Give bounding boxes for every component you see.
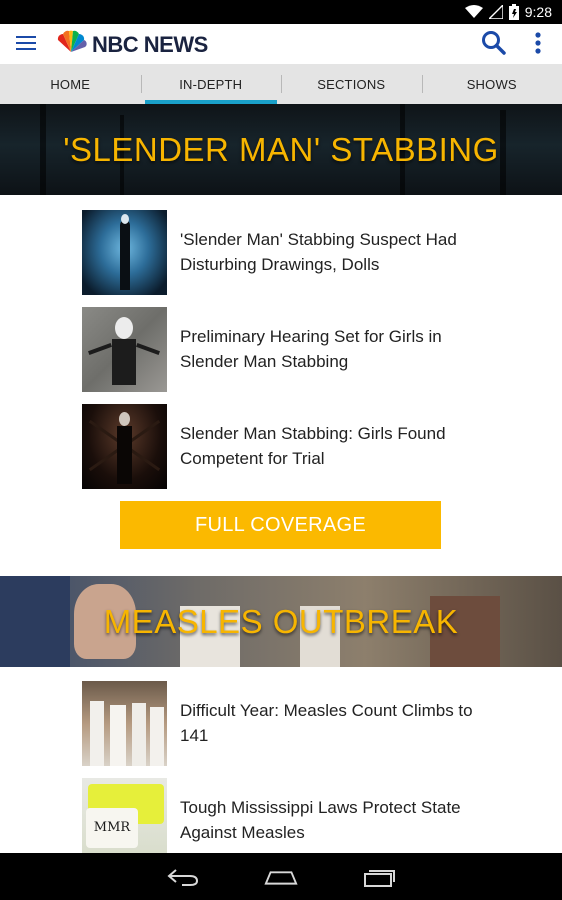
back-icon[interactable] bbox=[165, 864, 201, 890]
overflow-menu-icon[interactable] bbox=[530, 30, 546, 58]
status-time: 9:28 bbox=[524, 4, 552, 20]
header-background-tree bbox=[500, 110, 506, 195]
tab-bar: HOME IN-DEPTH SECTIONS SHOWS bbox=[0, 64, 562, 104]
tab-shows[interactable]: SHOWS bbox=[421, 64, 562, 104]
search-icon[interactable] bbox=[480, 29, 508, 57]
section-header-measles[interactable]: MEASLES OUTBREAK bbox=[0, 576, 562, 667]
article-headline: Tough Mississippi Laws Protect State Aga… bbox=[180, 798, 461, 842]
list-item-article[interactable]: Difficult Year: Measles Count Climbs to … bbox=[82, 680, 502, 766]
article-thumbnail bbox=[82, 306, 167, 392]
brand-wordmark: NBC NEWS bbox=[92, 31, 208, 57]
header-background-banner bbox=[0, 576, 70, 667]
list-item-article[interactable]: 'Slender Man' Stabbing Suspect Had Distu… bbox=[82, 209, 502, 295]
article-headline: Preliminary Hearing Set for Girls in Sle… bbox=[180, 327, 442, 371]
system-navigation-bar bbox=[0, 853, 562, 900]
list-item-article[interactable]: Preliminary Hearing Set for Girls in Sle… bbox=[82, 306, 502, 392]
section-header-slender-man[interactable]: 'SLENDER MAN' STABBING bbox=[0, 104, 562, 195]
signal-icon bbox=[488, 5, 503, 19]
tab-sections[interactable]: SECTIONS bbox=[281, 64, 422, 104]
recent-apps-icon[interactable] bbox=[361, 864, 397, 890]
tab-in-depth[interactable]: IN-DEPTH bbox=[140, 64, 282, 104]
article-thumbnail bbox=[82, 680, 167, 766]
section-title: MEASLES OUTBREAK bbox=[103, 602, 459, 640]
home-icon[interactable] bbox=[263, 864, 299, 890]
battery-icon bbox=[508, 4, 519, 20]
status-bar: 9:28 bbox=[0, 0, 562, 24]
article-headline: 'Slender Man' Stabbing Suspect Had Distu… bbox=[180, 230, 457, 274]
article-thumbnail: MMR bbox=[82, 777, 167, 863]
header-background-tree bbox=[40, 104, 46, 195]
app-bar: NBC NEWS bbox=[0, 24, 562, 64]
full-coverage-button[interactable]: FULL COVERAGE bbox=[120, 501, 441, 549]
tab-home[interactable]: HOME bbox=[0, 64, 141, 104]
list-item-article[interactable]: Slender Man Stabbing: Girls Found Compet… bbox=[82, 403, 502, 489]
thumbnail-label: MMR bbox=[86, 807, 138, 848]
nbc-news-logo[interactable]: NBC NEWS bbox=[54, 30, 208, 59]
peacock-logo-icon bbox=[54, 30, 88, 59]
section-title: 'SLENDER MAN' STABBING bbox=[63, 130, 499, 168]
article-thumbnail bbox=[82, 403, 167, 489]
menu-icon[interactable] bbox=[16, 36, 36, 52]
wifi-icon bbox=[464, 5, 483, 19]
article-headline: Difficult Year: Measles Count Climbs to … bbox=[180, 701, 473, 745]
article-thumbnail bbox=[82, 209, 167, 295]
list-item-article[interactable]: MMR Tough Mississippi Laws Protect State… bbox=[82, 777, 502, 863]
article-headline: Slender Man Stabbing: Girls Found Compet… bbox=[180, 424, 446, 468]
